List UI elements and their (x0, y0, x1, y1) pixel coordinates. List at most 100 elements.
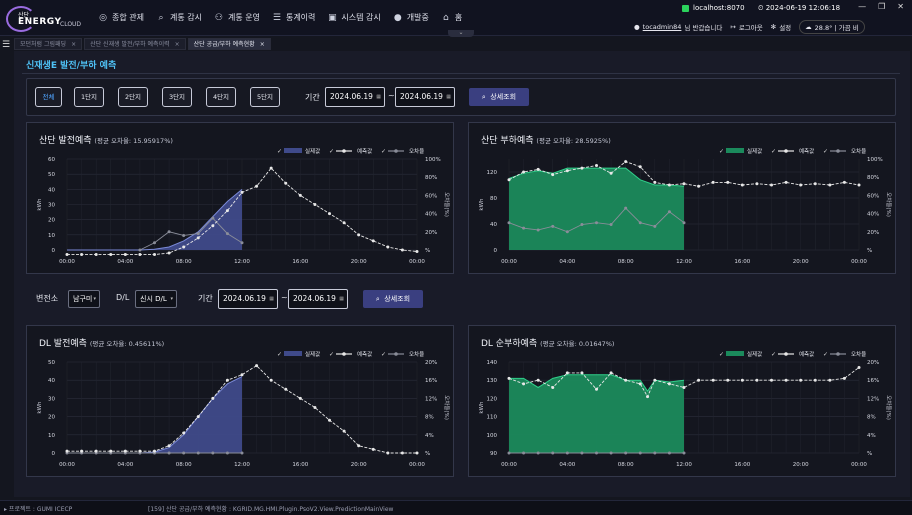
y-tick-label: 20 (48, 218, 55, 224)
detail-search-button[interactable]: ⌕ 상세조회 (469, 88, 529, 106)
tab-1[interactable]: 산단 신재생 발전/부하 예측이력 × (84, 38, 186, 50)
y2-tick-label: 12% (425, 396, 437, 402)
nav-item-1[interactable]: ⌕ 계통 감시 (156, 12, 202, 23)
forecast-point (682, 385, 686, 389)
forecast-point (284, 181, 288, 185)
x-tick-label: 00:00 (59, 259, 75, 265)
forecast-point (400, 248, 404, 252)
legend-check-icon: ✓ (277, 148, 282, 155)
legend-label: 예측값 (357, 350, 372, 358)
y-tick-label: 30 (48, 203, 55, 209)
x-tick-label: 12:00 (234, 259, 250, 265)
error-point (638, 221, 642, 225)
forecast-point (109, 449, 113, 453)
settings-button[interactable]: ✻ 설정 (771, 22, 791, 32)
forecast-point (80, 253, 84, 257)
error-point (240, 241, 244, 245)
error-point (536, 228, 540, 232)
nav-item-3[interactable]: ☰ 통계이력 (272, 12, 316, 23)
x-tick-label: 08:00 (176, 259, 192, 265)
legend-check-icon: ✓ (771, 148, 776, 155)
calendar-icon[interactable]: ▦ (376, 88, 381, 106)
legend-swatch (726, 148, 744, 153)
to-date-input[interactable]: 2024.06.19 ▦ (288, 289, 348, 309)
y2-tick-label: 20% (425, 230, 437, 236)
calendar-icon[interactable]: ▦ (269, 290, 274, 308)
forecast-point (167, 251, 171, 255)
logout-button[interactable]: ↦ 로그아웃 (730, 22, 762, 32)
error-point (667, 451, 671, 455)
complex-button-0[interactable]: 전체 (35, 87, 62, 107)
legend-label: 예측값 (799, 350, 814, 358)
x-tick-label: 12:00 (676, 462, 692, 468)
forecast-point (123, 253, 127, 257)
y2-tick-label: 80% (867, 175, 879, 181)
nav-item-4[interactable]: ▣ 시스템 감시 (327, 12, 381, 23)
y2-tick-label: 4% (867, 433, 876, 439)
forecast-point (386, 451, 390, 455)
clock-icon: ⏲ (758, 4, 764, 12)
complex-button-2[interactable]: 2단지 (118, 87, 148, 107)
error-point (595, 451, 598, 455)
server-address: localhost:8070 (693, 4, 745, 12)
legend-marker (394, 149, 398, 153)
user-bar: ● tocadmin84 님 반갑습니다 ↦ 로그아웃 ✻ 설정 ☁ 28.8°… (634, 20, 865, 34)
y2-tick-label: 100% (867, 157, 883, 163)
legend-label: 예측값 (357, 147, 372, 155)
collapse-chevron-icon[interactable]: ⌄ (448, 30, 474, 37)
nav-item-5[interactable]: ● 개발중 (393, 12, 429, 23)
restore-icon[interactable]: ❐ (878, 2, 885, 11)
tab-close-icon[interactable]: × (71, 39, 76, 49)
legend-marker (836, 149, 840, 153)
from-date-input[interactable]: 2024.06.19 ▦ (325, 87, 385, 107)
forecast-point (167, 444, 171, 448)
forecast-point (784, 180, 788, 184)
error-point (653, 451, 657, 455)
menu-icon[interactable]: ☰ (2, 40, 10, 50)
forecast-point (726, 378, 730, 382)
calendar-icon[interactable]: ▦ (339, 290, 344, 308)
error-point (211, 451, 215, 455)
close-icon[interactable]: ✕ (897, 2, 904, 11)
tab-0[interactable]: 모던처럼 그림패딩 × (14, 38, 83, 50)
y2-tick-label: % (425, 248, 430, 254)
complex-button-5[interactable]: 5단지 (250, 87, 280, 107)
logo[interactable]: 산단 ENERGY CLOUD (6, 6, 81, 32)
y-tick-label: 0 (494, 248, 498, 254)
nav-item-2[interactable]: ⚇ 계통 운영 (214, 12, 260, 23)
nav-item-6[interactable]: ⌂ 홈 (441, 12, 462, 23)
minimize-icon[interactable]: — (858, 2, 866, 11)
nav-item-0[interactable]: ◎ 종합 관제 (98, 12, 144, 23)
calendar-icon[interactable]: ▦ (446, 88, 451, 106)
logout-icon: ↦ (730, 23, 736, 31)
forecast-point (342, 429, 346, 433)
detail-search-button[interactable]: ⌕ 상세조회 (363, 290, 423, 308)
substation-select[interactable]: 남구미 ▾ (68, 290, 100, 308)
legend-swatch (284, 351, 302, 356)
complex-button-3[interactable]: 3단지 (162, 87, 192, 107)
dl-select[interactable]: 신시 D/L ▾ (135, 290, 177, 308)
tab-2[interactable]: 산단 공급/부하 예측현황 × (187, 38, 271, 50)
y2-tick-label: 80% (425, 175, 437, 181)
forecast-point (536, 167, 540, 171)
forecast-point (799, 378, 803, 382)
home-icon: ⌂ (442, 12, 449, 23)
legend-marker (784, 352, 788, 356)
main-nav: ◎ 종합 관제 ⌕ 계통 감시 ⚇ 계통 운영 ☰ 통계이력 ▣ 시스템 감시 ● 개발중 ⌂ 홈 (98, 12, 462, 23)
error-point (522, 451, 526, 455)
complex-button-4[interactable]: 4단지 (206, 87, 236, 107)
forecast-point (196, 415, 200, 419)
complex-button-1[interactable]: 1단지 (74, 87, 104, 107)
forecast-point (813, 378, 817, 382)
x-tick-label: 16:00 (292, 259, 308, 265)
tab-close-icon[interactable]: × (175, 39, 180, 49)
chevron-down-icon: ▾ (170, 296, 173, 302)
x-tick-label: 16:00 (734, 259, 750, 265)
x-tick-label: 00:00 (409, 462, 425, 468)
forecast-point (711, 378, 715, 382)
to-date-input[interactable]: 2024.06.19 ▦ (395, 87, 455, 107)
dl-filter: 변전소 남구미 ▾ D/L 신시 D/L ▾ 기간 2024.06.19 ▦ ~… (26, 288, 896, 310)
user-name[interactable]: tocadmin84 (643, 23, 682, 31)
from-date-input[interactable]: 2024.06.19 ▦ (218, 289, 278, 309)
tab-close-icon[interactable]: × (260, 39, 265, 49)
